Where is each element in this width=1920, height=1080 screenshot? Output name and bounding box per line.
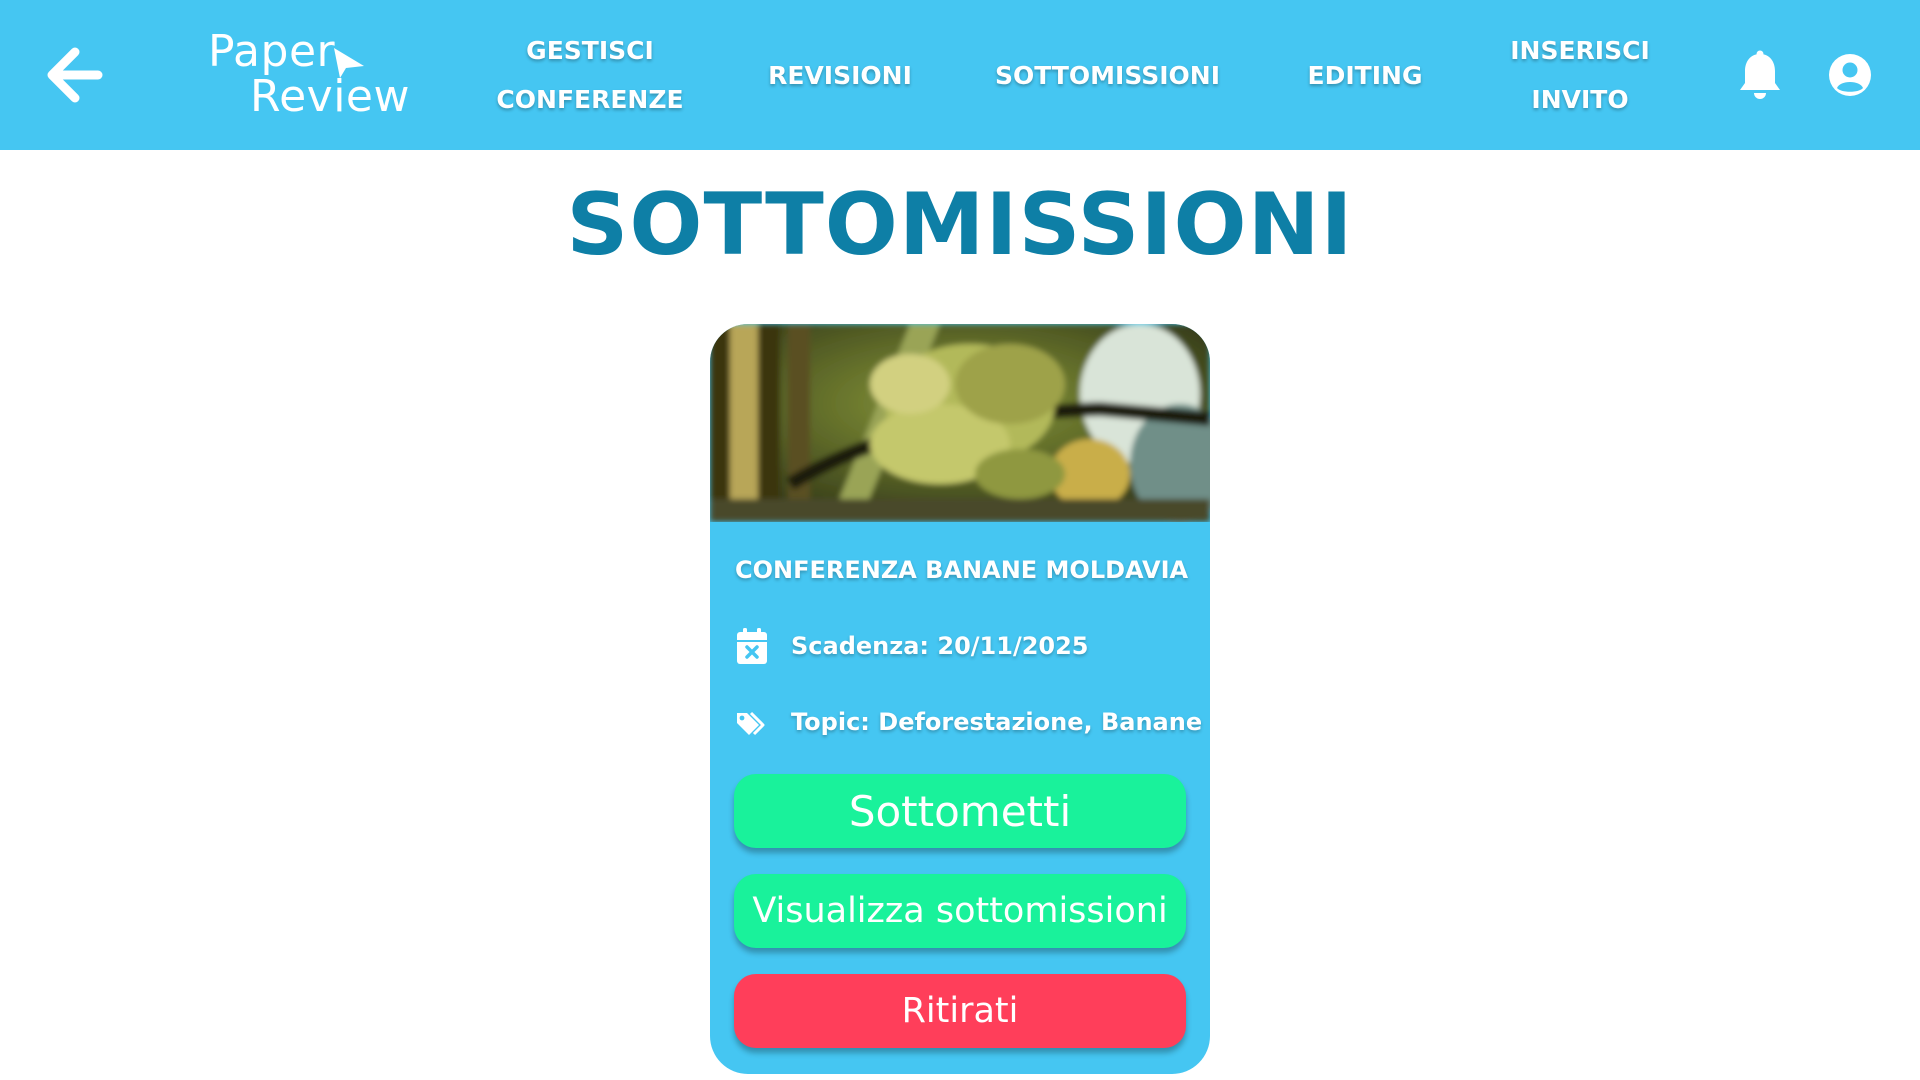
logo-text-paper: Paper bbox=[208, 26, 336, 77]
deadline-label: Scadenza: bbox=[791, 632, 930, 660]
banana-tree-photo bbox=[710, 324, 1210, 522]
deadline-row: Scadenza: 20/11/2025 bbox=[735, 626, 1205, 666]
submit-button[interactable]: Sottometti bbox=[734, 774, 1186, 848]
conference-card: CONFERENZA BANANE MOLDAVIA Scadenza: 20/… bbox=[710, 324, 1210, 1074]
nav-gestisci-conferenze[interactable]: GESTISCI CONFERENZE bbox=[490, 0, 690, 150]
topic-row: Topic: Deforestazione, Banane bbox=[735, 702, 1205, 742]
topic-label: Topic: bbox=[791, 708, 870, 736]
withdraw-button[interactable]: Ritirati bbox=[734, 974, 1186, 1048]
tags-icon bbox=[735, 703, 769, 741]
user-circle-icon[interactable] bbox=[1828, 53, 1872, 97]
nav-editing[interactable]: EDITING bbox=[1295, 0, 1435, 150]
back-arrow-icon[interactable] bbox=[44, 46, 104, 104]
nav-inserisci-invito[interactable]: INSERISCI INVITO bbox=[1495, 0, 1665, 150]
page-title: SOTTOMISSIONI bbox=[566, 175, 1354, 275]
paper-review-logo[interactable]: Paper Review bbox=[204, 26, 410, 126]
bell-icon[interactable] bbox=[1736, 50, 1784, 102]
top-navigation-bar: Paper Review GESTISCI CONFERENZE REVISIO… bbox=[0, 0, 1920, 150]
calendar-x-icon bbox=[735, 627, 769, 665]
topic-value: Deforestazione, Banane bbox=[878, 708, 1203, 736]
nav-sottomissioni[interactable]: SOTTOMISSIONI bbox=[985, 0, 1230, 150]
nav-revisioni[interactable]: REVISIONI bbox=[760, 0, 920, 150]
conference-title: CONFERENZA BANANE MOLDAVIA bbox=[735, 556, 1189, 584]
paper-plane-icon bbox=[334, 48, 364, 78]
deadline-value: 20/11/2025 bbox=[937, 632, 1089, 660]
view-submissions-button[interactable]: Visualizza sottomissioni bbox=[734, 874, 1186, 948]
